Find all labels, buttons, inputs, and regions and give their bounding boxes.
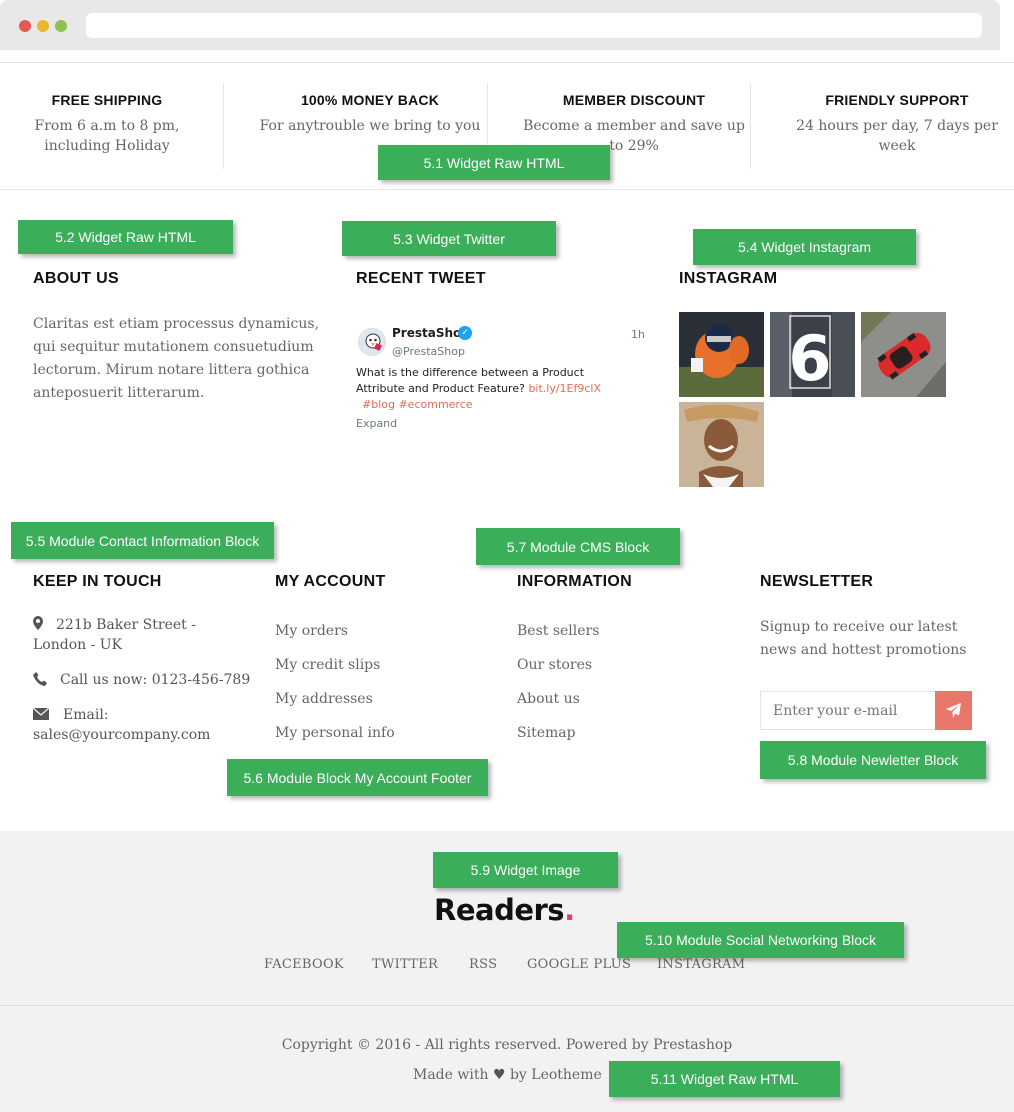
divider [0, 189, 1014, 190]
contact-phone: Call us now: 0123-456-789 [60, 672, 251, 688]
about-title: ABOUT US [33, 270, 119, 287]
social-link-instagram[interactable]: INSTAGRAM [657, 957, 745, 972]
link-my-addresses[interactable]: My addresses [275, 691, 373, 707]
newsletter-submit-button[interactable] [935, 691, 972, 730]
annotation-label: 5.7 Module CMS Block [476, 528, 680, 565]
instagram-title: INSTAGRAM [679, 270, 778, 287]
contact-email: Email: sales@yourcompany.com [33, 707, 211, 743]
annotation-label: 5.2 Widget Raw HTML [18, 220, 233, 254]
verified-badge-icon: ✓ [458, 326, 472, 340]
link-our-stores[interactable]: Our stores [517, 657, 592, 673]
instagram-photo[interactable] [861, 312, 946, 397]
made-with-text: Made with ♥ by Leotheme [413, 1067, 602, 1083]
link-sitemap[interactable]: Sitemap [517, 725, 576, 741]
minimize-window-button[interactable] [37, 20, 49, 32]
annotation-label: 5.5 Module Contact Information Block [11, 522, 274, 559]
tweet-author-handle[interactable]: @PrestaShop [392, 345, 465, 358]
service-money-back: 100% MONEY BACK For anytrouble we bring … [250, 92, 490, 136]
divider [750, 83, 751, 169]
heart-icon: ♥ [492, 1067, 506, 1083]
service-free-shipping: FREE SHIPPING From 6 a.m to 8 pm, includ… [0, 92, 214, 156]
account-title: MY ACCOUNT [275, 573, 386, 590]
annotation-label: 5.6 Module Block My Account Footer [227, 759, 488, 796]
annotation-label: 5.3 Widget Twitter [342, 221, 556, 256]
prestashop-avatar[interactable] [358, 328, 386, 356]
instagram-photo[interactable] [679, 312, 764, 397]
link-my-orders[interactable]: My orders [275, 623, 348, 639]
link-best-sellers[interactable]: Best sellers [517, 623, 599, 639]
paper-plane-icon [946, 703, 961, 718]
divider [0, 1005, 1014, 1006]
newsletter-email-input[interactable] [760, 691, 935, 730]
tweet-time[interactable]: 1h [631, 328, 645, 341]
annotation-label: 5.4 Widget Instagram [693, 229, 916, 265]
made-by-label: by Leotheme [509, 1067, 602, 1083]
tweet-text: What is the difference between a Product… [356, 365, 636, 413]
contact-address: 221b Baker Street - London - UK [33, 617, 196, 653]
link-about-us[interactable]: About us [517, 691, 580, 707]
svg-text:6: 6 [788, 322, 831, 395]
annotation-label: 5.1 Widget Raw HTML [378, 145, 610, 180]
tweet-expand-link[interactable]: Expand [356, 417, 397, 430]
newsletter-text: Signup to receive our latest news and ho… [760, 619, 967, 658]
link-my-personal-info[interactable]: My personal info [275, 725, 395, 741]
made-with-label: Made with [413, 1067, 489, 1083]
site-logo[interactable]: Readers. [434, 893, 575, 927]
service-title: FREE SHIPPING [51, 92, 163, 108]
social-link-google-plus[interactable]: GOOGLE PLUS [527, 957, 631, 972]
instagram-photo[interactable]: 6 [770, 312, 855, 397]
service-desc: For anytrouble we bring to you [259, 118, 481, 134]
newsletter-title: NEWSLETTER [760, 573, 874, 590]
link-my-credit-slips[interactable]: My credit slips [275, 657, 380, 673]
logo-text: Readers [434, 893, 565, 927]
phone-icon [33, 672, 47, 690]
annotation-label: 5.11 Widget Raw HTML [609, 1061, 840, 1097]
divider [223, 83, 224, 169]
social-link-facebook[interactable]: FACEBOOK [264, 957, 344, 972]
service-title: MEMBER DISCOUNT [562, 92, 706, 108]
annotation-label: 5.9 Widget Image [433, 852, 618, 888]
tweet-hashtags[interactable]: #blog #ecommerce [362, 398, 473, 411]
annotation-label: 5.10 Module Social Networking Block [617, 922, 904, 958]
logo-dot: . [564, 893, 575, 927]
annotation-label: 5.8 Module Newletter Block [760, 741, 986, 779]
browser-chrome [0, 0, 1000, 50]
service-desc: 24 hours per day, 7 days per week [796, 118, 998, 154]
contact-title: KEEP IN TOUCH [33, 573, 162, 590]
social-link-rss[interactable]: RSS [469, 957, 497, 972]
copyright-text: Copyright © 2016 - All rights reserved. … [281, 1037, 733, 1053]
social-link-twitter[interactable]: TWITTER [372, 957, 438, 972]
service-friendly-support: FRIENDLY SUPPORT 24 hours per day, 7 day… [780, 92, 1014, 156]
tweet-section-title: RECENT TWEET [356, 270, 486, 287]
service-title: FRIENDLY SUPPORT [825, 92, 969, 108]
maximize-window-button[interactable] [55, 20, 67, 32]
service-title: 100% MONEY BACK [300, 92, 440, 108]
address-bar[interactable] [86, 13, 982, 38]
instagram-photo[interactable] [679, 402, 764, 487]
service-desc: From 6 a.m to 8 pm, including Holiday [34, 118, 180, 154]
tweet-link[interactable]: bit.ly/1Ef9clX [528, 382, 601, 395]
about-text: Claritas est etiam processus dynamicus, … [33, 316, 320, 401]
information-title: INFORMATION [517, 573, 632, 590]
close-window-button[interactable] [19, 20, 31, 32]
divider [0, 62, 1014, 63]
